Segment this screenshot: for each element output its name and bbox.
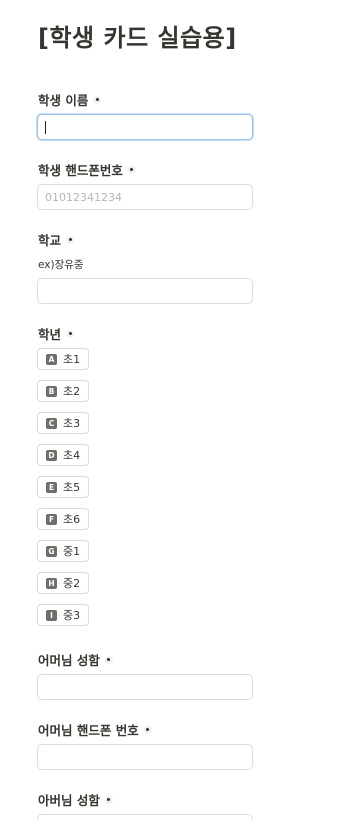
grade-option-e[interactable]: E 초5 bbox=[37, 476, 90, 498]
required-indicator-icon bbox=[104, 795, 114, 805]
mother-phone-label: 어머님 핸드폰 번호 bbox=[38, 720, 153, 739]
grade-label: 학년 bbox=[38, 324, 75, 343]
option-key-badge: D bbox=[46, 449, 57, 461]
mother-name-label-text: 어머님 성함 bbox=[38, 653, 100, 668]
school-label: 학교 bbox=[38, 230, 75, 249]
option-key-badge: H bbox=[46, 577, 57, 589]
school-label-text: 학교 bbox=[38, 233, 62, 248]
grade-label-text: 학년 bbox=[38, 327, 62, 342]
option-label: 중2 bbox=[63, 577, 81, 590]
option-key-badge: E bbox=[46, 481, 57, 493]
grade-option-a[interactable]: A 초1 bbox=[37, 348, 90, 370]
mother-phone-input[interactable] bbox=[37, 744, 253, 770]
mother-name-label: 어머님 성함 bbox=[38, 650, 114, 669]
required-indicator-icon bbox=[65, 235, 75, 245]
option-label: 초2 bbox=[63, 385, 81, 398]
required-indicator-icon bbox=[104, 655, 114, 665]
option-key-badge: C bbox=[46, 417, 57, 429]
mother-name-input[interactable] bbox=[37, 674, 253, 700]
option-key-badge: G bbox=[46, 545, 57, 557]
student-phone-label-text: 학생 핸드폰번호 bbox=[38, 163, 123, 178]
option-label: 중1 bbox=[63, 545, 81, 558]
option-key-badge: I bbox=[46, 609, 57, 621]
grade-option-i[interactable]: I 중3 bbox=[37, 604, 90, 626]
student-name-input[interactable] bbox=[37, 114, 253, 140]
grade-option-d[interactable]: D 초4 bbox=[37, 444, 90, 466]
father-name-label-text: 아버님 성함 bbox=[38, 793, 100, 808]
student-name-label-text: 학생 이름 bbox=[38, 93, 89, 108]
option-label: 중3 bbox=[63, 609, 81, 622]
option-key-badge: A bbox=[46, 353, 57, 365]
option-label: 초6 bbox=[63, 513, 81, 526]
student-phone-label: 학생 핸드폰번호 bbox=[38, 160, 137, 179]
option-label: 초1 bbox=[63, 353, 81, 366]
option-key-badge: F bbox=[46, 513, 57, 525]
option-label: 초5 bbox=[63, 481, 81, 494]
grade-option-h[interactable]: H 중2 bbox=[37, 572, 90, 594]
mother-phone-label-text: 어머님 핸드폰 번호 bbox=[38, 723, 139, 738]
school-input[interactable] bbox=[37, 278, 253, 304]
school-hint: ex)장유중 bbox=[38, 259, 84, 271]
required-indicator-icon bbox=[143, 725, 153, 735]
option-label: 초4 bbox=[63, 449, 81, 462]
required-indicator-icon bbox=[92, 95, 102, 105]
father-name-label: 아버님 성함 bbox=[38, 790, 114, 809]
grade-option-g[interactable]: G 중1 bbox=[37, 540, 90, 562]
form-title: [학생 카드 실습용] bbox=[38, 24, 237, 52]
text-caret bbox=[45, 120, 46, 134]
student-name-label: 학생 이름 bbox=[38, 90, 102, 109]
father-name-input[interactable] bbox=[37, 814, 253, 820]
student-phone-placeholder: 01012341234 bbox=[45, 190, 122, 204]
grade-option-c[interactable]: C 초3 bbox=[37, 412, 90, 434]
grade-option-f[interactable]: F 초6 bbox=[37, 508, 90, 530]
grade-option-b[interactable]: B 초2 bbox=[37, 380, 90, 402]
option-key-badge: B bbox=[46, 385, 57, 397]
option-label: 초3 bbox=[63, 417, 81, 430]
student-phone-input[interactable]: 01012341234 bbox=[37, 184, 253, 210]
required-indicator-icon bbox=[127, 165, 137, 175]
required-indicator-icon bbox=[65, 329, 75, 339]
